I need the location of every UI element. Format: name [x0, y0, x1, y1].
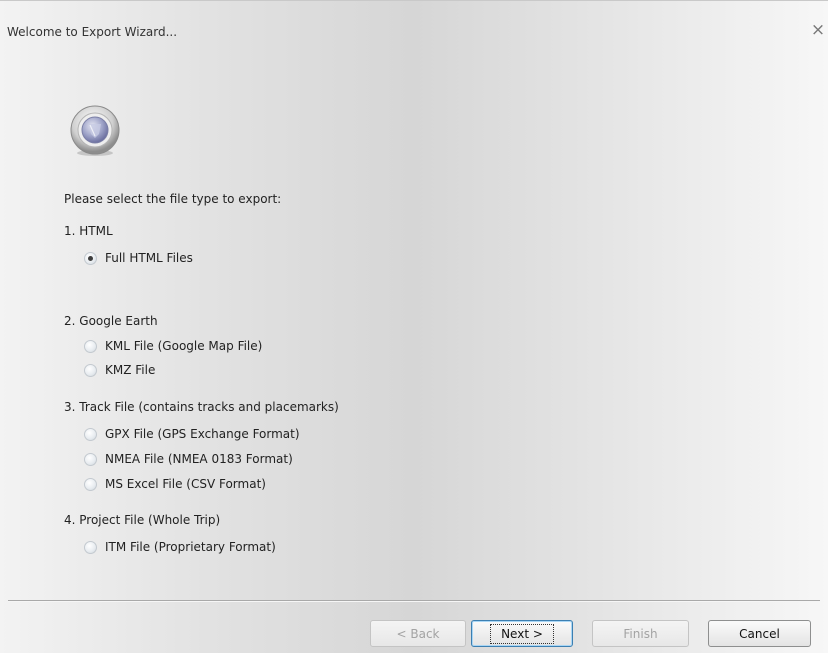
wizard-badge-icon — [70, 105, 120, 156]
radio-kmz-file[interactable]: KMZ File — [84, 361, 155, 379]
radio-button[interactable] — [84, 339, 97, 353]
radio-itm-file[interactable]: ITM File (Proprietary Format) — [84, 538, 276, 556]
title-bar: Welcome to Export Wizard... × — [0, 1, 828, 49]
radio-label: NMEA File (NMEA 0183 Format) — [105, 452, 293, 466]
radio-ms-excel-file[interactable]: MS Excel File (CSV Format) — [84, 475, 266, 493]
next-button[interactable]: Next > — [471, 620, 573, 647]
footer-separator — [8, 600, 820, 602]
radio-label: KML File (Google Map File) — [105, 339, 263, 353]
radio-button[interactable] — [84, 427, 97, 441]
radio-label: GPX File (GPS Exchange Format) — [105, 427, 300, 441]
export-wizard-dialog: Welcome to Export Wizard... × Please sel… — [0, 0, 828, 653]
window-title: Welcome to Export Wizard... — [7, 25, 178, 39]
cancel-button[interactable]: Cancel — [708, 620, 811, 647]
radio-label: Full HTML Files — [105, 251, 193, 265]
radio-label: KMZ File — [105, 363, 156, 377]
back-button[interactable]: < Back — [370, 620, 466, 647]
radio-button[interactable] — [84, 452, 97, 466]
radio-full-html[interactable]: Full HTML Files — [84, 249, 193, 267]
radio-label: MS Excel File (CSV Format) — [105, 477, 266, 491]
radio-gpx-file[interactable]: GPX File (GPS Exchange Format) — [84, 425, 300, 443]
radio-label: ITM File (Proprietary Format) — [105, 540, 276, 554]
group-label-project-file: 4. Project File (Whole Trip) — [64, 513, 221, 527]
radio-button-selected[interactable] — [84, 251, 97, 265]
group-label-track-file: 3. Track File (contains tracks and place… — [64, 400, 339, 414]
group-label-google-earth: 2. Google Earth — [64, 314, 158, 328]
group-label-html: 1. HTML — [64, 224, 113, 238]
prompt-text: Please select the file type to export: — [64, 192, 282, 206]
close-icon[interactable]: × — [808, 19, 828, 41]
next-button-label: Next > — [490, 623, 554, 644]
radio-kml-file[interactable]: KML File (Google Map File) — [84, 337, 262, 355]
finish-button[interactable]: Finish — [592, 620, 689, 647]
radio-button[interactable] — [84, 540, 97, 554]
radio-button[interactable] — [84, 363, 97, 377]
radio-button[interactable] — [84, 477, 97, 491]
radio-nmea-file[interactable]: NMEA File (NMEA 0183 Format) — [84, 450, 293, 468]
